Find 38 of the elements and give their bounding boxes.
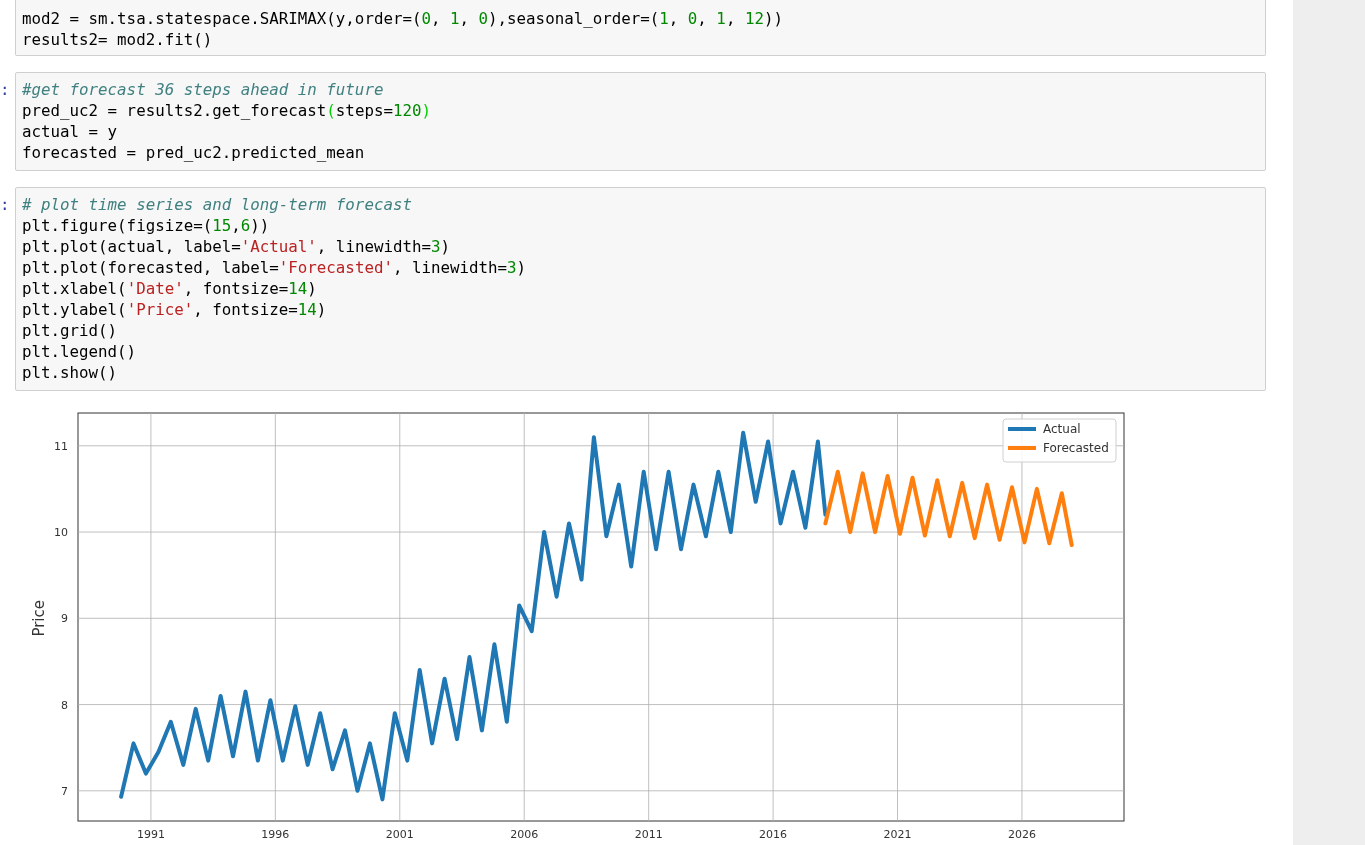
tick-label: 2011 xyxy=(634,828,663,841)
cell-prompt: : xyxy=(0,195,10,214)
legend-label: Forecasted xyxy=(1043,441,1109,455)
code-line: plt.plot(actual, label='Actual', linewidth=3) xyxy=(22,236,451,257)
tick-label: 9 xyxy=(61,612,68,626)
cell-prompt: : xyxy=(0,80,10,99)
code-line: plt.ylabel('Price', fontsize=14) xyxy=(22,299,328,320)
code-line: plt.grid() xyxy=(22,320,119,341)
code-line: plt.xlabel('Date', fontsize=14) xyxy=(22,278,318,299)
tick-label: 10 xyxy=(54,526,68,540)
code-line: pred_uc2 = results2.get_forecast(steps=120) xyxy=(22,100,432,121)
tick-label: 2016 xyxy=(759,828,788,841)
tick-label: 2006 xyxy=(510,828,539,841)
code-line: mod2 = sm.tsa.statespace.SARIMAX(y,order=(0, 1, 0),seasonal_order=(1, 0, 1, 12)) xyxy=(22,8,784,29)
tick-label: 2026 xyxy=(1007,828,1036,841)
tick-label: 7 xyxy=(61,784,68,798)
code-cell[interactable]: #get forecast 36 steps ahead in future pred_uc2 = results2.get_forecast(steps=120) actual = y forecasted = pred_uc2.predicted_mean xyxy=(15,72,1266,171)
code-line: results2= mod2.fit() xyxy=(22,29,214,50)
legend-swatch xyxy=(1008,446,1036,450)
code-line: plt.show() xyxy=(22,362,119,383)
legend-label: Actual xyxy=(1043,422,1081,436)
legend-swatch xyxy=(1008,427,1036,431)
code-line: plt.plot(forecasted, label='Forecasted', linewidth=3) xyxy=(22,257,528,278)
code-line: forecasted = pred_uc2.predicted_mean xyxy=(22,142,366,163)
axis-label: Price xyxy=(30,600,48,637)
code-line: #get forecast 36 steps ahead in future xyxy=(22,79,385,100)
code-line: plt.figure(figsize=(15,6)) xyxy=(22,215,271,236)
tick-label: 2001 xyxy=(385,828,414,841)
code-cell[interactable]: mod2 = sm.tsa.statespace.SARIMAX(y,order=(0, 1, 0),seasonal_order=(1, 0, 1, 12)) results2= mod2.fit() xyxy=(15,0,1266,56)
tick-label: 2021 xyxy=(883,828,912,841)
tick-label: 1996 xyxy=(261,828,290,841)
code-line: # plot time series and long-term forecast xyxy=(22,194,413,215)
tick-label: 11 xyxy=(54,439,68,453)
code-line: actual = y xyxy=(22,121,119,142)
code-cell[interactable] xyxy=(15,187,1266,391)
code-line: plt.legend() xyxy=(22,341,138,362)
tick-label: 1991 xyxy=(136,828,165,841)
tick-label: 8 xyxy=(61,698,68,712)
